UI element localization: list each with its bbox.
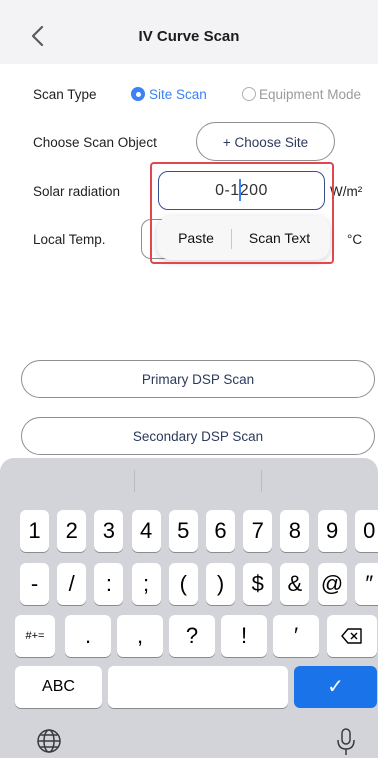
suggestion-divider [261, 470, 262, 492]
key[interactable]: , [117, 615, 163, 657]
key[interactable]: ? [169, 615, 215, 657]
key[interactable]: ( [168, 563, 198, 605]
key[interactable]: 2 [57, 510, 87, 552]
key[interactable]: ′ [273, 615, 319, 657]
key[interactable]: & [280, 563, 310, 605]
secondary-dsp-scan-button[interactable]: Secondary DSP Scan [21, 417, 375, 455]
scan-type-label: Scan Type [33, 87, 97, 102]
temp-unit: °C [347, 232, 363, 247]
choose-site-button-label[interactable]: + Choose Site [196, 135, 335, 150]
key[interactable]: : [94, 563, 124, 605]
delete-icon [341, 628, 362, 644]
local-temp-label: Local Temp. [33, 232, 106, 247]
keyboard [0, 458, 378, 758]
radio-equipment-mode[interactable] [242, 87, 256, 101]
solar-unit: W/m² [330, 184, 363, 199]
key[interactable]: 4 [131, 510, 161, 552]
key[interactable]: ) [206, 563, 235, 605]
globe-icon[interactable] [36, 728, 62, 754]
key-abc[interactable]: ABC [15, 666, 102, 708]
key[interactable]: 8 [280, 510, 310, 552]
radio-equipment-mode-label[interactable]: Equipment Mode [259, 87, 361, 102]
radio-site-scan-label[interactable]: Site Scan [149, 87, 207, 102]
key[interactable]: - [20, 563, 49, 605]
primary-dsp-scan-button[interactable]: Primary DSP Scan [21, 360, 375, 398]
suggestion-divider [134, 470, 135, 492]
key[interactable]: 5 [168, 510, 198, 552]
key[interactable]: 9 [317, 510, 347, 552]
key-more-symbols[interactable]: #+= [15, 615, 55, 657]
choose-object-label: Choose Scan Object [33, 135, 157, 150]
key-space[interactable] [108, 666, 288, 708]
key[interactable]: 1 [20, 510, 49, 552]
radio-site-scan[interactable] [131, 87, 145, 101]
key[interactable]: ″ [354, 563, 378, 605]
key[interactable]: . [65, 615, 111, 657]
microphone-icon[interactable] [335, 728, 357, 756]
key-delete[interactable] [327, 615, 377, 657]
page-title: IV Curve Scan [138, 28, 240, 45]
key[interactable]: 3 [94, 510, 124, 552]
key[interactable]: @ [317, 563, 347, 605]
solar-radiation-label: Solar radiation [33, 184, 121, 199]
key[interactable]: $ [243, 563, 273, 605]
key[interactable]: ; [131, 563, 161, 605]
key[interactable]: 7 [243, 510, 273, 552]
key[interactable]: 6 [206, 510, 235, 552]
key[interactable]: 0 [354, 510, 378, 552]
key[interactable]: / [57, 563, 87, 605]
key-done[interactable]: ✓ [294, 666, 377, 708]
highlight-box [150, 162, 334, 264]
key[interactable]: ! [221, 615, 267, 657]
